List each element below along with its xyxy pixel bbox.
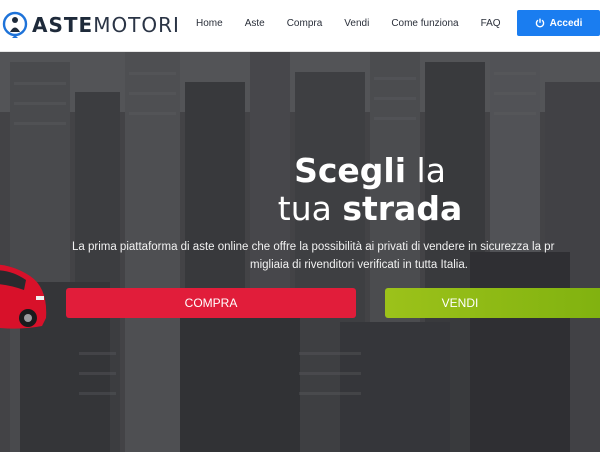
power-icon — [535, 18, 544, 28]
main-nav: Home Aste Compra Vendi Come funziona FAQ — [196, 0, 523, 46]
nav-compra[interactable]: Compra — [287, 18, 323, 29]
hero-title: Scegli la tua strada — [277, 151, 463, 228]
hero-section: Scegli la tua strada La prima piattaform… — [0, 52, 600, 452]
nav-come-funziona[interactable]: Come funziona — [391, 18, 458, 29]
brand-name: ASTEMOTORI — [32, 13, 180, 37]
red-car-image — [0, 264, 47, 329]
login-label: Accedi — [549, 17, 583, 29]
site-header: ASTEMOTORI Home Aste Compra Vendi Come f… — [0, 0, 600, 52]
compra-button[interactable]: COMPRA — [66, 288, 356, 318]
person-pin-icon — [2, 11, 28, 38]
vendi-button[interactable]: VENDI — [385, 288, 600, 318]
login-button[interactable]: Accedi — [517, 10, 600, 36]
nav-faq[interactable]: FAQ — [481, 18, 501, 29]
nav-vendi[interactable]: Vendi — [344, 18, 369, 29]
brand-logo[interactable]: ASTEMOTORI — [2, 10, 180, 40]
nav-aste[interactable]: Aste — [245, 18, 265, 29]
nav-home[interactable]: Home — [196, 18, 223, 29]
